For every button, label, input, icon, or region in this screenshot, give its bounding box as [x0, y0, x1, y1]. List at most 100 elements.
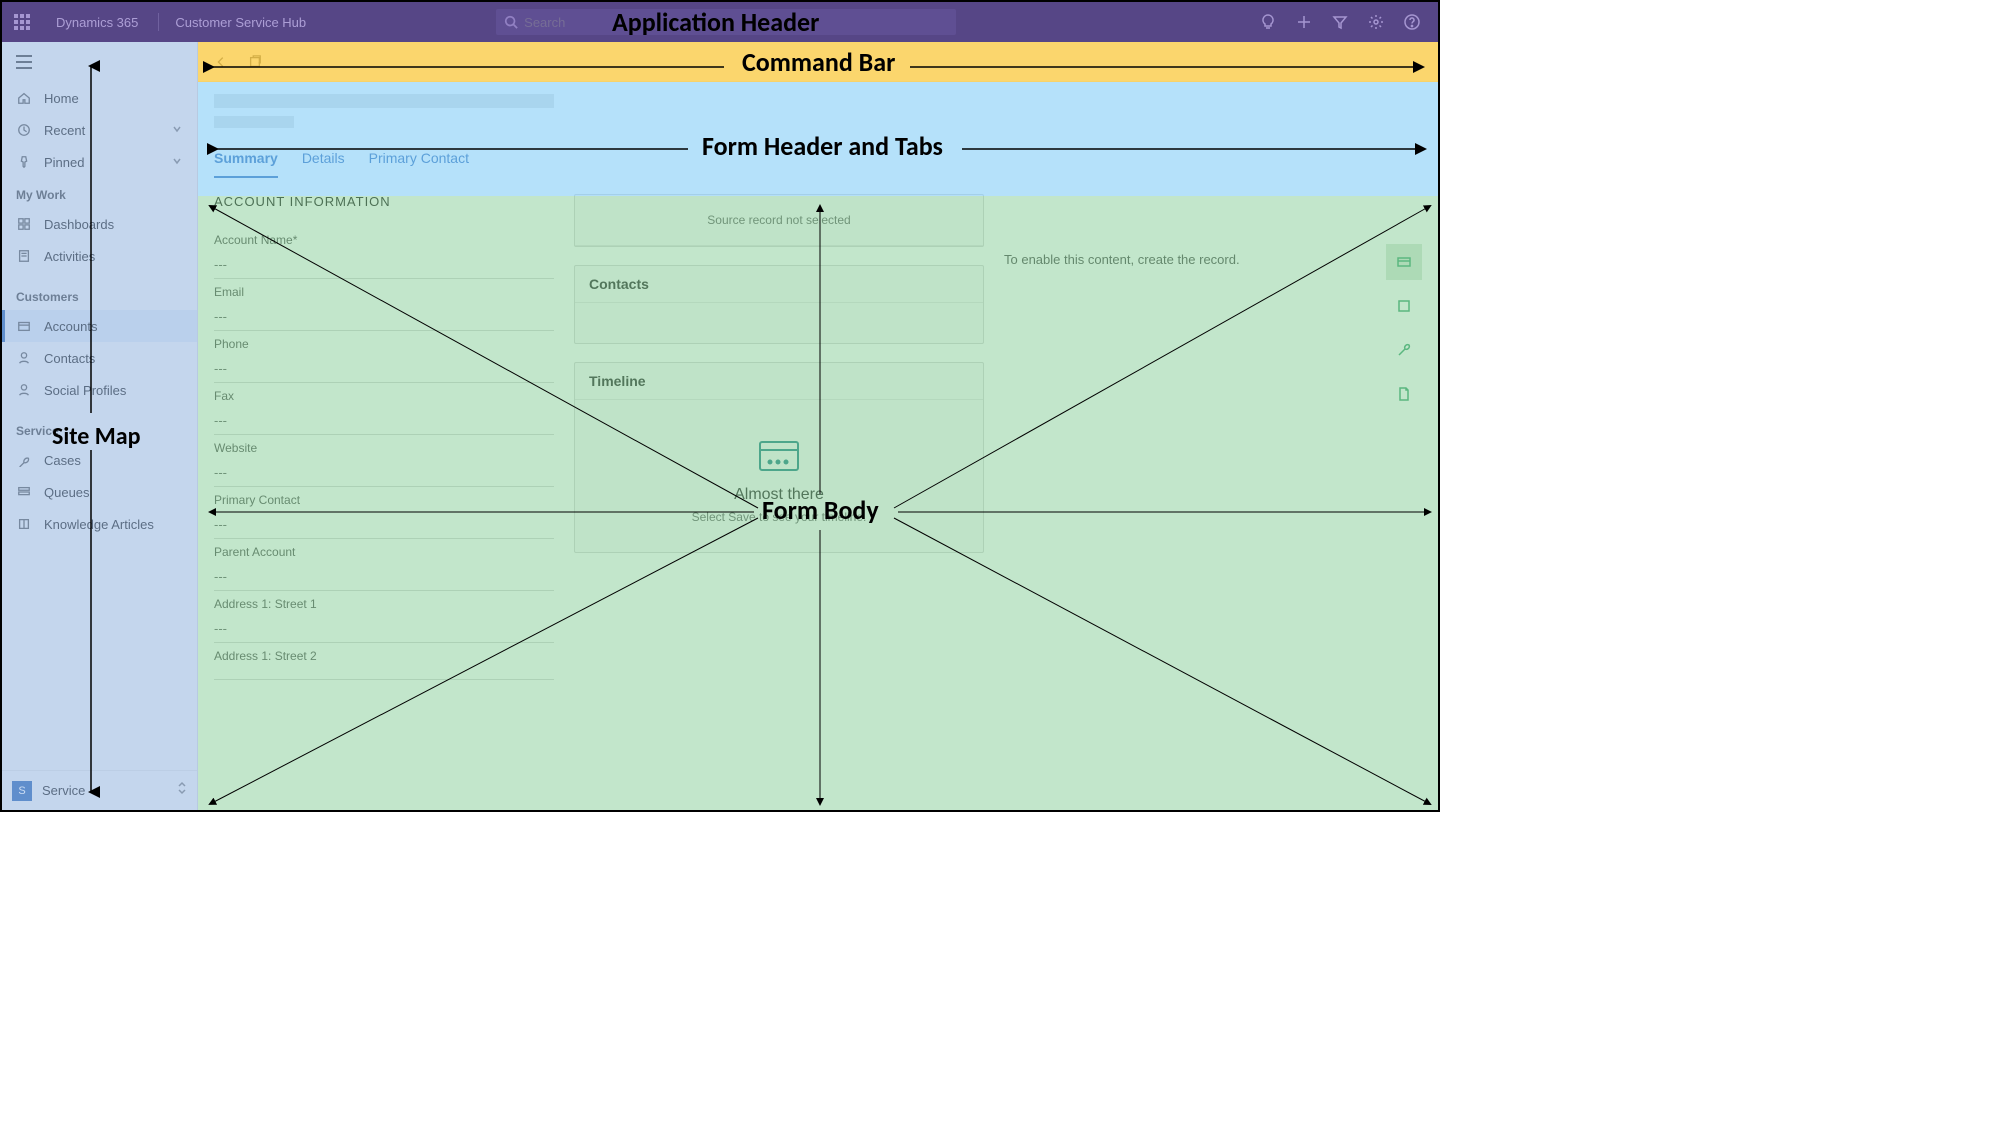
account-info-column: ACCOUNT INFORMATION Account Name*---Emai… [214, 194, 554, 794]
app-body: Home Recent Pinned My Work Dashboards Activi… [2, 42, 1438, 810]
sitemap-item-pinned[interactable]: Pinned [2, 146, 197, 178]
clock-icon [16, 122, 32, 138]
open-in-new-icon[interactable] [240, 47, 270, 77]
sitemap-item-label: Pinned [44, 155, 84, 170]
sitemap: Home Recent Pinned My Work Dashboards Activi… [2, 42, 198, 810]
field-value: --- [214, 257, 554, 272]
tab-summary[interactable]: Summary [214, 146, 278, 178]
rail-card-icon[interactable] [1386, 244, 1422, 280]
lightbulb-icon[interactable] [1250, 2, 1286, 42]
sitemap-item-knowledge-articles[interactable]: Knowledge Articles [2, 508, 197, 540]
contacts-empty [575, 303, 983, 343]
sitemap-item-recent[interactable]: Recent [2, 114, 197, 146]
brand-label[interactable]: Dynamics 365 [42, 15, 152, 30]
activity-icon [16, 248, 32, 264]
field-label: Primary Contact [214, 493, 554, 507]
case-icon [16, 452, 32, 468]
sitemap-item-label: Activities [44, 249, 95, 264]
contacts-card: Contacts [574, 265, 984, 344]
home-icon [16, 90, 32, 106]
field-label: Address 1: Street 1 [214, 597, 554, 611]
hamburger-icon[interactable] [2, 42, 197, 82]
middle-column: Source record not selected Contacts Time… [574, 194, 984, 794]
sitemap-group-my-work: My Work [2, 178, 197, 208]
field-primary-contact[interactable]: Primary Contact --- [214, 487, 554, 539]
timeline-card: Timeline Almos [574, 362, 984, 553]
right-note: To enable this content, create the recor… [1004, 194, 1422, 267]
field-website[interactable]: Website--- [214, 435, 554, 487]
header-divider [158, 13, 159, 31]
help-icon[interactable] [1394, 2, 1430, 42]
form-body: ACCOUNT INFORMATION Account Name*---Emai… [198, 178, 1438, 810]
main-area: Summary Details Primary Contact ACCOUNT IN… [198, 42, 1438, 810]
record-title-placeholder [214, 94, 554, 108]
field-value: --- [214, 413, 554, 428]
right-tool-rail [1386, 244, 1424, 412]
record-subtitle-placeholder [214, 116, 294, 128]
sitemap-item-label: Accounts [44, 319, 97, 334]
field-phone[interactable]: Phone --- [214, 331, 554, 383]
account-info-title: ACCOUNT INFORMATION [214, 194, 554, 209]
field-label: Phone [214, 337, 554, 351]
field-parent-account[interactable]: Parent Account--- [214, 539, 554, 591]
area-label: Service [42, 783, 85, 798]
sitemap-item-label: Knowledge Articles [44, 517, 154, 532]
dashboard-icon [16, 216, 32, 232]
plus-icon[interactable] [1286, 2, 1322, 42]
search-icon [504, 15, 518, 29]
sitemap-item-home[interactable]: Home [2, 82, 197, 114]
field-value: --- [214, 517, 554, 532]
sitemap-item-dashboards[interactable]: Dashboards [2, 208, 197, 240]
gear-icon[interactable] [1358, 2, 1394, 42]
field-address-1-street-2[interactable]: Address 1: Street 2 [214, 643, 554, 680]
search-input[interactable] [524, 15, 948, 30]
chevron-down-icon [171, 123, 183, 138]
field-value: --- [214, 309, 554, 324]
sitemap-item-accounts[interactable]: Accounts [2, 310, 197, 342]
right-column: To enable this content, create the recor… [1004, 194, 1422, 794]
field-label: Account Name* [214, 233, 554, 247]
field-label: Address 1: Street 2 [214, 649, 554, 663]
field-value: --- [214, 465, 554, 480]
back-icon[interactable] [206, 47, 236, 77]
field-label: Email [214, 285, 554, 299]
area-badge: S [12, 781, 32, 801]
sitemap-item-social-profiles[interactable]: Social Profiles [2, 374, 197, 406]
tab-details[interactable]: Details [302, 146, 345, 178]
account-icon [16, 318, 32, 334]
app-name-label[interactable]: Customer Service Hub [165, 15, 316, 30]
timeline-subtext: Select Save to see your timeline. [692, 510, 867, 524]
application-header: Dynamics 365 Customer Service Hub [2, 2, 1438, 42]
field-label: Fax [214, 389, 554, 403]
sitemap-item-activities[interactable]: Activities [2, 240, 197, 272]
field-address-1-street-1[interactable]: Address 1: Street 1--- [214, 591, 554, 643]
sitemap-item-cases[interactable]: Cases [2, 444, 197, 476]
sitemap-item-label: Contacts [44, 351, 95, 366]
field-account-name-[interactable]: Account Name* --- [214, 227, 554, 279]
contact-icon [16, 350, 32, 366]
sitemap-item-queues[interactable]: Queues [2, 476, 197, 508]
updown-icon [177, 781, 187, 800]
contacts-title: Contacts [575, 266, 983, 303]
field-label: Parent Account [214, 545, 554, 559]
rail-wrench-icon[interactable] [1386, 332, 1422, 368]
field-email[interactable]: Email --- [214, 279, 554, 331]
sitemap-item-contacts[interactable]: Contacts [2, 342, 197, 374]
sitemap-area-switcher[interactable]: S Service [2, 770, 197, 810]
kb-icon [16, 516, 32, 532]
sitemap-item-label: Dashboards [44, 217, 114, 232]
global-search[interactable] [496, 9, 956, 35]
command-bar [198, 42, 1438, 82]
sitemap-item-label: Home [44, 91, 79, 106]
filter-icon[interactable] [1322, 2, 1358, 42]
timeline-title: Timeline [575, 363, 983, 400]
rail-window-icon[interactable] [1386, 288, 1422, 324]
field-fax[interactable]: Fax --- [214, 383, 554, 435]
rail-doc-icon[interactable] [1386, 376, 1422, 412]
queue-icon [16, 484, 32, 500]
sitemap-item-label: Cases [44, 453, 81, 468]
app-launcher-icon[interactable] [2, 2, 42, 42]
tab-primary-contact[interactable]: Primary Contact [369, 146, 469, 178]
sitemap-group-customers: Customers [2, 280, 197, 310]
field-value: --- [214, 361, 554, 376]
